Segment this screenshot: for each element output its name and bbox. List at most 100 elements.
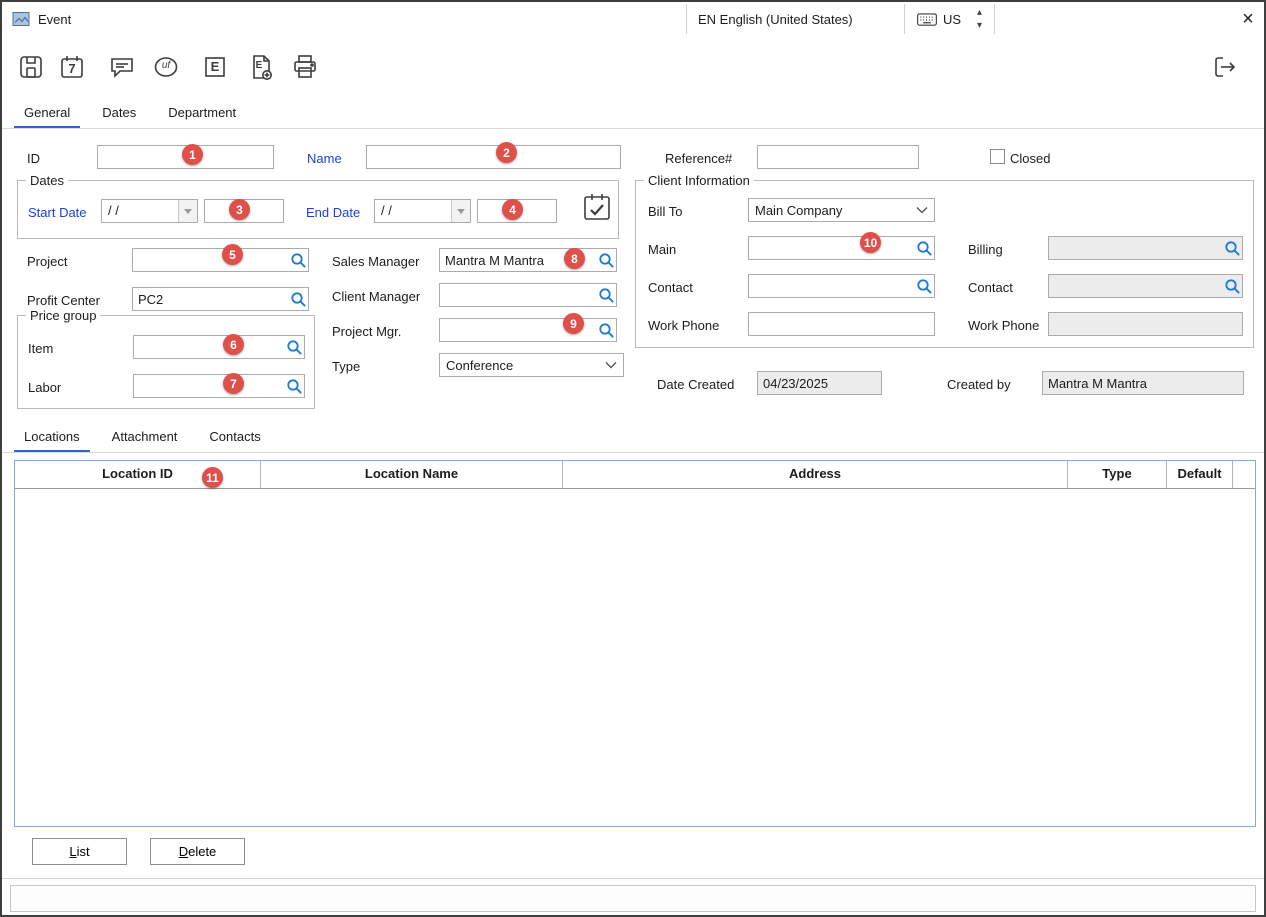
labor-label: Labor (28, 380, 61, 395)
billing-contact-input[interactable] (1048, 274, 1243, 298)
type-select[interactable]: Conference (439, 353, 624, 377)
start-date-mask: / / (102, 200, 178, 222)
app-icon (12, 11, 30, 27)
contact-input[interactable] (748, 274, 935, 298)
start-date-dropdown-arrow[interactable] (178, 200, 197, 222)
add-event-button[interactable]: E (244, 50, 278, 84)
keyboard-icon[interactable] (916, 12, 938, 27)
window-title: Event (38, 12, 71, 27)
close-button[interactable]: × (1236, 6, 1260, 32)
tab-contacts[interactable]: Contacts (193, 422, 276, 452)
billing-work-phone-label: Work Phone (968, 318, 1039, 333)
contact-label: Contact (648, 280, 693, 295)
print-button[interactable] (288, 50, 322, 84)
tab-general[interactable]: General (8, 98, 86, 128)
date-picker-button[interactable] (580, 191, 614, 225)
bill-to-select[interactable]: Main Company (748, 198, 935, 222)
search-icon[interactable] (286, 378, 302, 394)
project-input[interactable] (132, 248, 309, 272)
search-icon[interactable] (1224, 240, 1240, 256)
search-icon[interactable] (916, 278, 932, 294)
exit-button[interactable] (1208, 50, 1242, 84)
search-icon[interactable] (598, 287, 614, 303)
chevron-down-icon (605, 361, 617, 369)
column-header-location-name[interactable]: Location Name (261, 461, 563, 488)
closed-checkbox[interactable] (990, 149, 1005, 164)
client-manager-label: Client Manager (332, 289, 420, 304)
tab-department[interactable]: Department (152, 98, 252, 128)
column-header-location-id[interactable]: Location ID (15, 461, 261, 488)
billing-input[interactable] (1048, 236, 1243, 260)
labor-input[interactable] (133, 374, 305, 398)
save-button[interactable] (14, 50, 48, 84)
bill-to-value: Main Company (755, 203, 916, 218)
date-created-label: Date Created (657, 377, 734, 392)
sales-manager-label: Sales Manager (332, 254, 419, 269)
e-button[interactable]: E (198, 50, 232, 84)
client-manager-lookup (439, 283, 617, 307)
project-mgr-label: Project Mgr. (332, 324, 401, 339)
client-information-groupbox: Client Information Bill To Main Company … (635, 180, 1254, 348)
print-icon (290, 52, 320, 82)
search-icon[interactable] (290, 252, 306, 268)
project-label: Project (27, 254, 67, 269)
titlebar-separator (994, 4, 995, 34)
callout-badge-5: 5 (222, 244, 243, 265)
start-date-label: Start Date (28, 205, 87, 220)
reference-input[interactable] (757, 145, 919, 169)
start-date-combo[interactable]: / / (101, 199, 198, 223)
tab-attachment[interactable]: Attachment (96, 422, 194, 452)
list-button[interactable]: List (32, 838, 127, 865)
user-fields-button[interactable]: uf (149, 50, 183, 84)
end-date-dropdown-arrow[interactable] (451, 200, 470, 222)
delete-button-label: Delete (151, 844, 244, 859)
closed-label: Closed (1010, 151, 1050, 166)
locations-table-body[interactable] (15, 489, 1255, 828)
end-date-combo[interactable]: / / (374, 199, 471, 223)
search-icon[interactable] (916, 240, 932, 256)
search-icon[interactable] (598, 322, 614, 338)
main-input[interactable] (748, 236, 935, 260)
labor-lookup (133, 374, 305, 398)
column-header-default[interactable]: Default (1167, 461, 1233, 488)
sales-manager-input[interactable] (439, 248, 617, 272)
tab-dates[interactable]: Dates (86, 98, 152, 128)
client-manager-input[interactable] (439, 283, 617, 307)
main-lookup (748, 236, 935, 260)
titlebar-separator (686, 4, 687, 34)
language-spinner[interactable]: ▴ ▾ (977, 6, 982, 32)
tab-locations[interactable]: Locations (8, 422, 96, 452)
chevron-down-icon (916, 206, 928, 214)
name-label: Name (307, 151, 342, 166)
spin-up-icon[interactable]: ▴ (977, 6, 982, 19)
user-fields-glyph: uf (149, 60, 183, 71)
column-header-type[interactable]: Type (1068, 461, 1167, 488)
work-phone-input[interactable] (748, 312, 935, 336)
item-input[interactable] (133, 335, 305, 359)
keyboard-layout-label[interactable]: US (943, 12, 961, 27)
reference-label: Reference# (665, 151, 732, 166)
profit-center-input[interactable] (132, 287, 309, 311)
locations-table-header: Location ID Location Name Address Type D… (15, 461, 1255, 489)
e-glyph: E (198, 59, 232, 74)
spin-down-icon[interactable]: ▾ (977, 19, 982, 32)
locations-table: Location ID Location Name Address Type D… (14, 460, 1256, 827)
search-icon[interactable] (290, 291, 306, 307)
name-input[interactable] (366, 145, 621, 169)
date-created-input (757, 371, 882, 395)
delete-button[interactable]: Delete (150, 838, 245, 865)
calendar-button[interactable]: 7 (55, 50, 89, 84)
main-label: Main (648, 242, 676, 257)
search-icon[interactable] (1224, 278, 1240, 294)
billing-work-phone-input[interactable] (1048, 312, 1243, 336)
project-mgr-input[interactable] (439, 318, 617, 342)
search-icon[interactable] (598, 252, 614, 268)
comment-button[interactable] (105, 50, 139, 84)
column-header-address[interactable]: Address (563, 461, 1068, 488)
search-icon[interactable] (286, 339, 302, 355)
detail-tab-bar: Locations Attachment Contacts (2, 422, 1264, 453)
dates-legend: Dates (26, 173, 68, 188)
created-by-label: Created by (947, 377, 1011, 392)
titlebar-separator (904, 4, 905, 34)
language-indicator[interactable]: EN English (United States) (698, 12, 853, 27)
